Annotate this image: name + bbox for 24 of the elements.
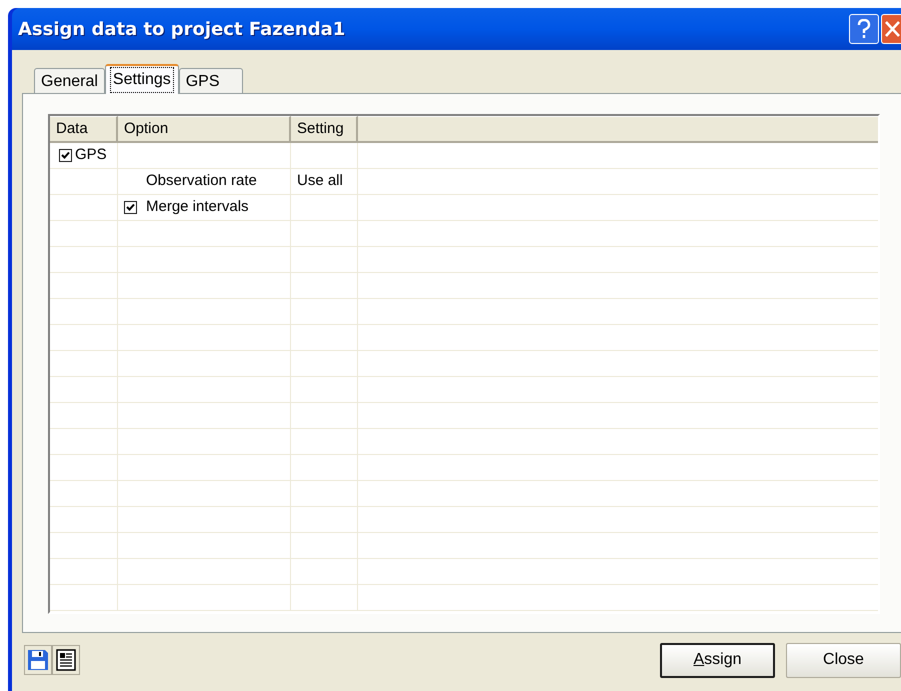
close-icon-button[interactable] [881,14,901,44]
dialog-button[interactable]: Close [786,642,901,678]
checkmark-icon [61,151,70,160]
help-button[interactable] [849,14,879,44]
column-header[interactable]: Setting [291,116,358,143]
table-cell-text: Observation rate [146,171,257,192]
report-button[interactable] [52,645,80,675]
checkbox[interactable] [124,201,137,214]
checkbox[interactable] [59,149,72,162]
tab[interactable]: Settings [104,64,179,94]
column-header[interactable]: Data [50,116,118,143]
checkmark-icon [126,203,135,212]
document-icon [56,649,76,671]
tab[interactable]: GPS [178,68,243,94]
table-cell-text: Merge intervals [146,197,249,218]
save-button[interactable] [24,645,52,675]
column-header[interactable]: Option [118,116,291,143]
table-cell-text: Use all [297,171,343,192]
question-mark-icon [857,19,871,39]
dialog-button[interactable]: Assign [660,642,775,678]
close-icon [884,20,901,38]
tab[interactable]: General [34,68,105,94]
window-title: Assign data to project Fazenda1 [18,18,346,42]
table-cell-text: GPS [75,145,107,166]
